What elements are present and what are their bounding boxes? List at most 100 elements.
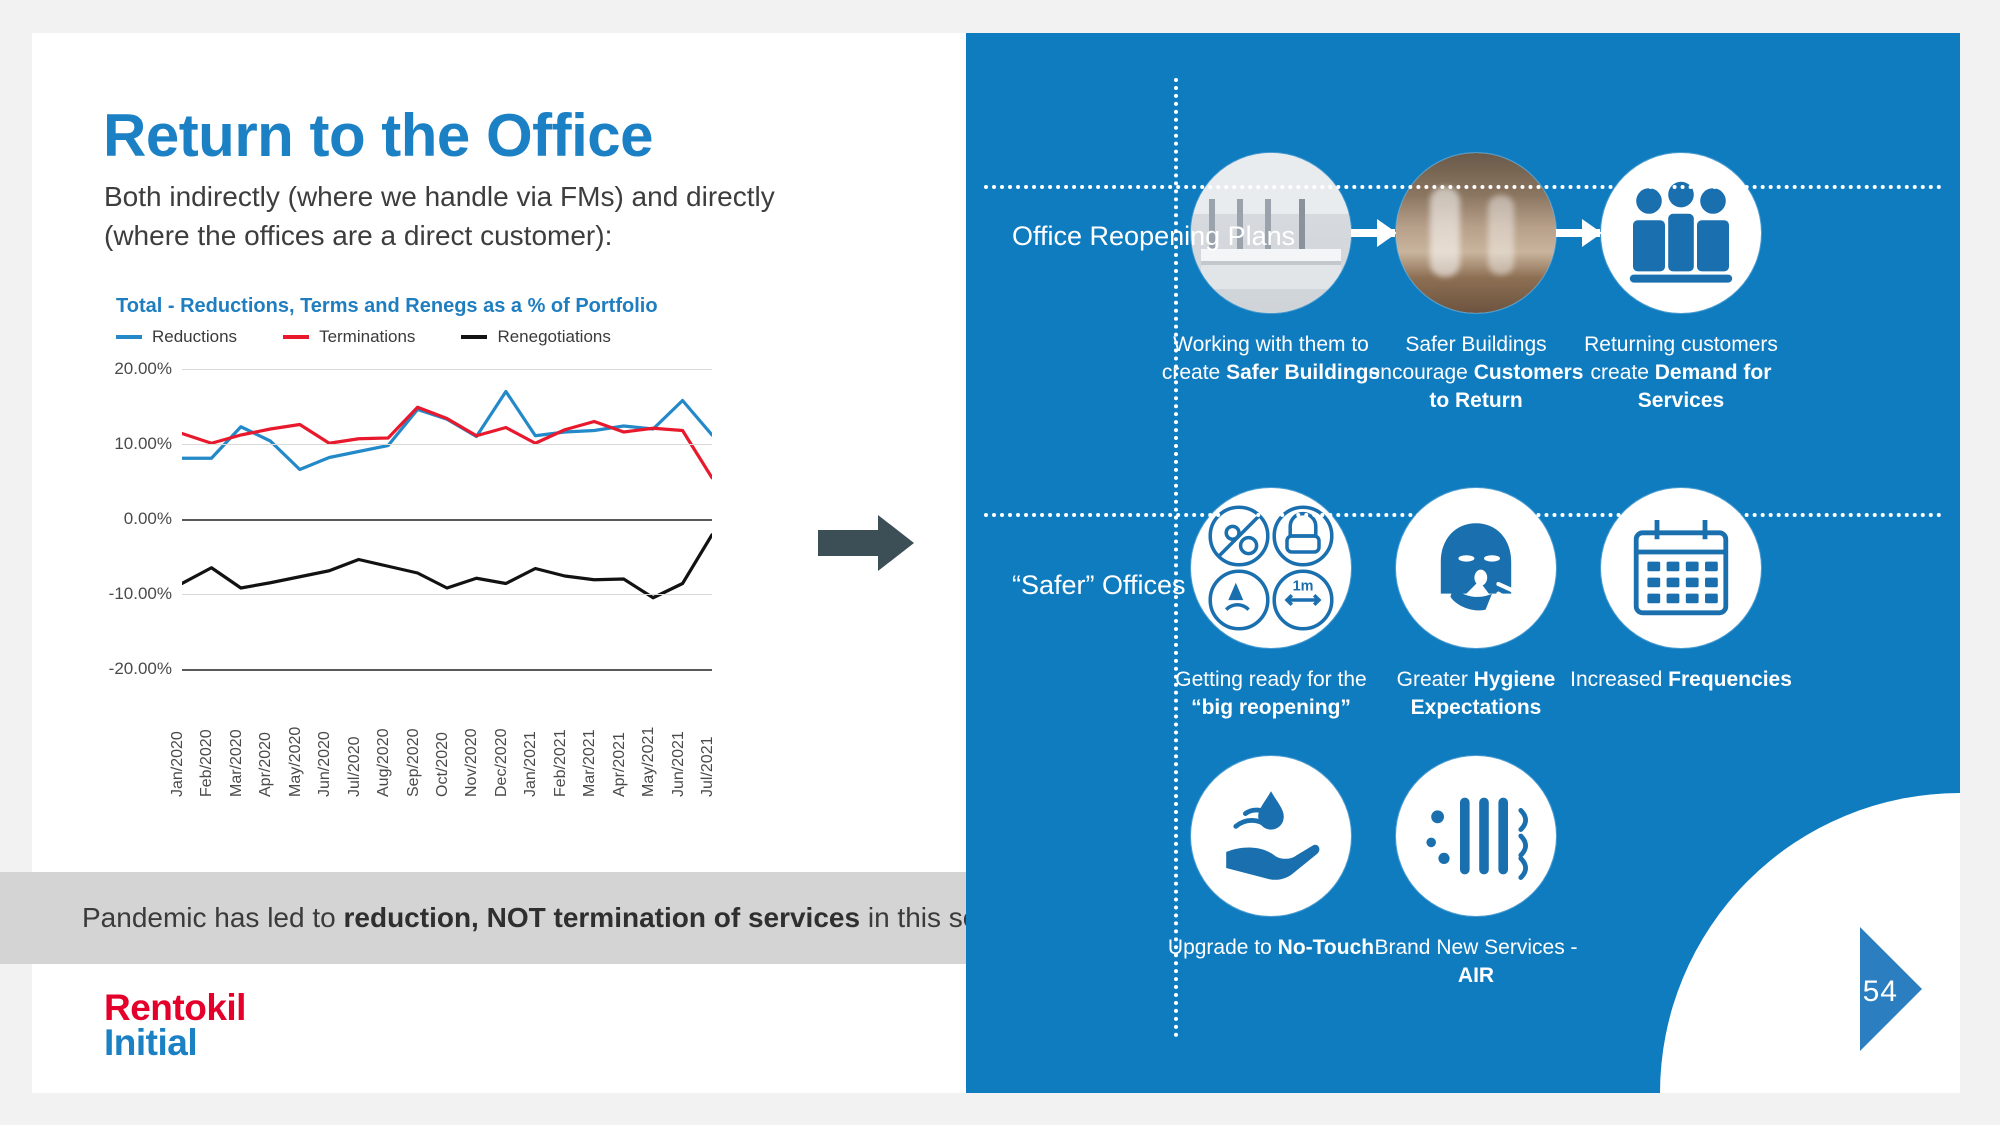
chart-y-tick-label: -10.00% xyxy=(108,584,172,603)
tile-increased-frequencies[interactable]: Increased Frequencies xyxy=(1566,488,1796,694)
key-message-banner: Pandemic has led to reduction, NOT termi… xyxy=(0,872,1120,964)
caption-bold: Frequencies xyxy=(1668,668,1792,691)
row-label-office-reopening-plans: Office Reopening Plans xyxy=(1012,221,1296,251)
caption-bold: AIR xyxy=(1457,963,1495,987)
air-purifier-glyph xyxy=(1426,797,1528,880)
no-touch-hand-glyph xyxy=(1226,791,1320,880)
legend-item-renegotiations: Renegotiations xyxy=(461,327,611,347)
chart-legend: Reductions Terminations Renegotiations xyxy=(116,327,611,347)
caption-bold: Safer Buildings xyxy=(1226,360,1381,384)
chart-x-tick-label: Apr/2020 xyxy=(257,732,275,797)
lobby-photo-icon xyxy=(1396,153,1556,313)
tile-customers-return[interactable]: Safer Buildings encourage Customers to R… xyxy=(1361,153,1591,415)
chart-series-renegotiations xyxy=(182,535,712,598)
legend-label-renegotiations: Renegotiations xyxy=(497,327,611,346)
legend-item-reductions: Reductions xyxy=(116,327,237,347)
tile-big-reopening[interactable]: 1m Getting ready for the “big reopening” xyxy=(1156,488,1386,722)
rentokil-initial-logo: Rentokil Initial xyxy=(104,987,246,1063)
air-purifier-icon xyxy=(1396,756,1556,916)
chart-x-tick-label: Jul/2020 xyxy=(345,736,363,798)
chart-gridline: 0.00% xyxy=(124,509,712,528)
no-touch-hand-icon xyxy=(1191,756,1351,916)
people-group-glyph xyxy=(1629,181,1733,283)
chart-x-tick-label: Mar/2020 xyxy=(227,729,245,797)
chart-x-tick-label: Feb/2021 xyxy=(551,729,569,797)
calendar-frequency-icon xyxy=(1601,488,1761,648)
legend-swatch-renegotiations xyxy=(461,335,488,339)
caption-prefix: Brand New Services - xyxy=(1374,936,1578,959)
legend-swatch-reductions xyxy=(116,335,142,339)
tile-hygiene-expectations[interactable]: Greater Hygiene Expectations xyxy=(1361,488,1591,722)
page-number: 54 xyxy=(1862,975,1898,1008)
chart-gridline: 10.00% xyxy=(114,434,712,453)
logo-line-rentokil: Rentokil xyxy=(104,987,246,1028)
covid-measures-icon: 1m xyxy=(1191,488,1351,648)
flow-arrow-icon xyxy=(818,515,914,571)
tile-caption: Upgrade to No-Touch xyxy=(1156,934,1386,962)
who-how-panel: Who How Working with them to create Safe… xyxy=(966,33,1960,1093)
tile-air-services[interactable]: Brand New Services - AIR xyxy=(1361,756,1591,990)
caption-bold: “big reopening” xyxy=(1191,695,1351,719)
caption-bold: Demand for Services xyxy=(1637,360,1772,412)
chart-gridline: -20.00% xyxy=(109,659,712,678)
chart-plot-area: 20.00% 10.00% 0.00% -10.00% -20.00% xyxy=(109,359,712,678)
chart-x-tick-label: Apr/2021 xyxy=(610,732,628,797)
chart-x-tick-label: Jul/2021 xyxy=(699,736,716,798)
chart-x-tick-label: May/2021 xyxy=(640,726,658,797)
tile-caption: Returning customers create Demand for Se… xyxy=(1566,331,1796,415)
legend-item-terminations: Terminations xyxy=(283,327,415,347)
chart-gridline: 20.00% xyxy=(114,359,712,378)
key-message-text: Pandemic has led to reduction, NOT termi… xyxy=(82,902,1025,934)
chart-x-tick-label: Oct/2020 xyxy=(434,732,451,797)
tile-caption: Getting ready for the “big reopening” xyxy=(1156,666,1386,722)
legend-swatch-terminations xyxy=(283,335,310,339)
key-message-prefix: Pandemic has led to xyxy=(82,902,344,933)
chart-x-axis-labels: Jan/2020 Feb/2020 Mar/2020 Apr/2020 May/2020… xyxy=(169,677,716,798)
tile-caption: Brand New Services - AIR xyxy=(1361,934,1591,990)
chart-x-tick-label: May/2020 xyxy=(286,726,304,797)
tile-caption: Working with them to create Safer Buildi… xyxy=(1156,331,1386,387)
chart: Total - Reductions, Terms and Renegs as … xyxy=(104,295,784,825)
page-title: Return to the Office xyxy=(103,102,654,169)
divider-row xyxy=(984,513,1942,517)
key-message-bold: reduction, NOT termination of services xyxy=(343,902,861,933)
slide: Return to the Office Both indirectly (wh… xyxy=(0,0,2000,1125)
sneeze-hygiene-glyph xyxy=(1440,523,1536,625)
chart-x-tick-label: Jun/2020 xyxy=(316,731,334,797)
tile-demand-services[interactable]: Returning customers create Demand for Se… xyxy=(1566,153,1796,415)
chart-x-tick-label: Jan/2021 xyxy=(522,731,540,797)
calendar-frequency-glyph xyxy=(1633,520,1729,616)
caption-prefix: Increased xyxy=(1570,668,1669,691)
chart-y-tick-label: -20.00% xyxy=(108,659,172,678)
chart-series-terminations xyxy=(182,407,712,478)
legend-label-reductions: Reductions xyxy=(152,327,238,346)
chart-x-tick-label: Sep/2020 xyxy=(404,728,422,797)
chart-y-tick-label: 0.00% xyxy=(123,509,172,528)
svg-text:1m: 1m xyxy=(1293,578,1314,594)
chart-gridline: -10.00% xyxy=(109,584,712,603)
caption-prefix: Upgrade to xyxy=(1167,936,1278,959)
tile-no-touch[interactable]: Upgrade to No-Touch xyxy=(1156,756,1386,962)
tile-caption: Safer Buildings encourage Customers to R… xyxy=(1361,331,1591,415)
chart-x-tick-label: Dec/2020 xyxy=(492,728,510,798)
sneeze-hygiene-icon xyxy=(1396,488,1556,648)
divider-header xyxy=(984,185,1942,189)
chart-x-tick-label: Feb/2020 xyxy=(198,729,216,797)
chart-y-tick-label: 20.00% xyxy=(114,359,172,378)
chart-x-tick-label: Jun/2021 xyxy=(669,731,687,797)
chart-y-tick-label: 10.00% xyxy=(114,434,172,453)
people-group-icon xyxy=(1601,153,1761,313)
chart-x-tick-label: Mar/2021 xyxy=(581,729,599,797)
tile-caption: Increased Frequencies xyxy=(1566,666,1796,694)
chart-x-tick-label: Nov/2020 xyxy=(463,728,481,798)
covid-measures-glyph: 1m xyxy=(1208,505,1334,631)
logo-line-initial: Initial xyxy=(104,1021,198,1063)
legend-label-terminations: Terminations xyxy=(319,327,416,346)
caption-bold: No-Touch xyxy=(1277,936,1375,959)
row-label-safer-offices: “Safer” Offices xyxy=(1012,570,1186,600)
chart-x-tick-label: Jan/2020 xyxy=(169,731,186,797)
chart-title: Total - Reductions, Terms and Renegs as … xyxy=(116,295,658,317)
caption-prefix: Greater xyxy=(1396,668,1474,691)
chart-x-tick-label: Aug/2020 xyxy=(375,728,393,797)
tile-caption: Greater Hygiene Expectations xyxy=(1361,666,1591,722)
